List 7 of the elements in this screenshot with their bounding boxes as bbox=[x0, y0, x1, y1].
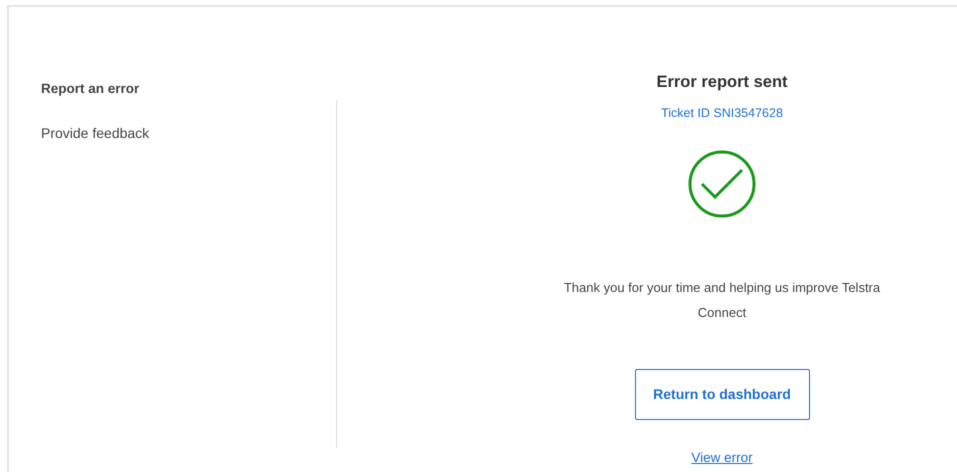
return-to-dashboard-button[interactable]: Return to dashboard bbox=[634, 368, 810, 420]
view-error-link[interactable]: View error bbox=[691, 448, 753, 468]
sidebar-item[interactable]: Report an error bbox=[41, 79, 336, 100]
sidebar-item[interactable]: Provide feedback bbox=[41, 123, 336, 144]
page-title: Error report sent bbox=[656, 73, 788, 93]
ticket-id: Ticket ID SNI3547628 bbox=[661, 104, 783, 122]
thank-you-message: Thank you for your time and helping us improve Telstra Connect bbox=[562, 278, 882, 322]
